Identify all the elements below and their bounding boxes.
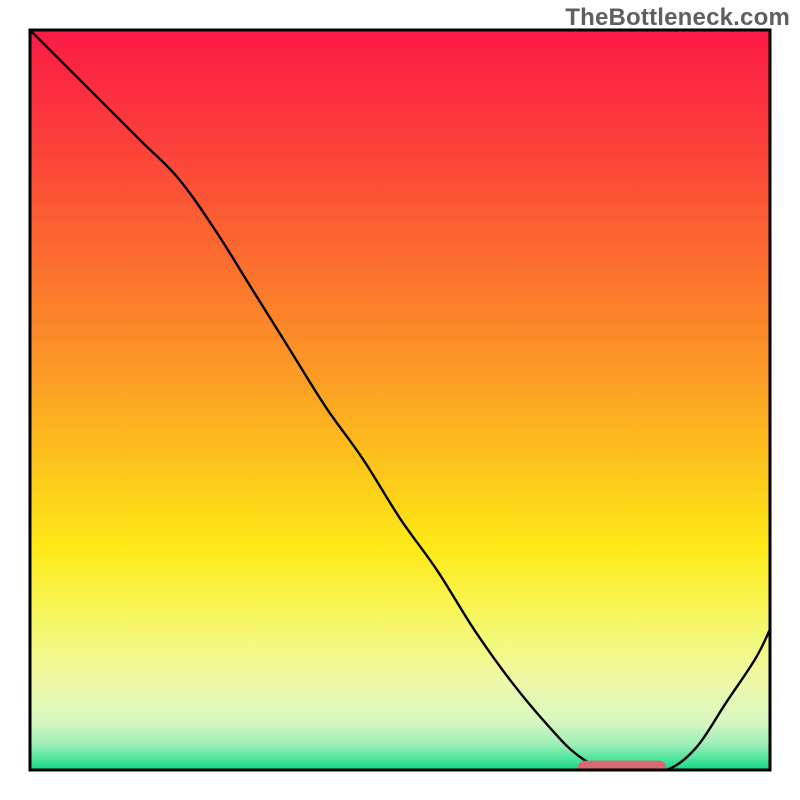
chart-svg — [0, 0, 800, 800]
optimal-marker — [578, 761, 667, 776]
chart-stage: TheBottleneck.com — [0, 0, 800, 800]
watermark-text: TheBottleneck.com — [565, 4, 790, 32]
